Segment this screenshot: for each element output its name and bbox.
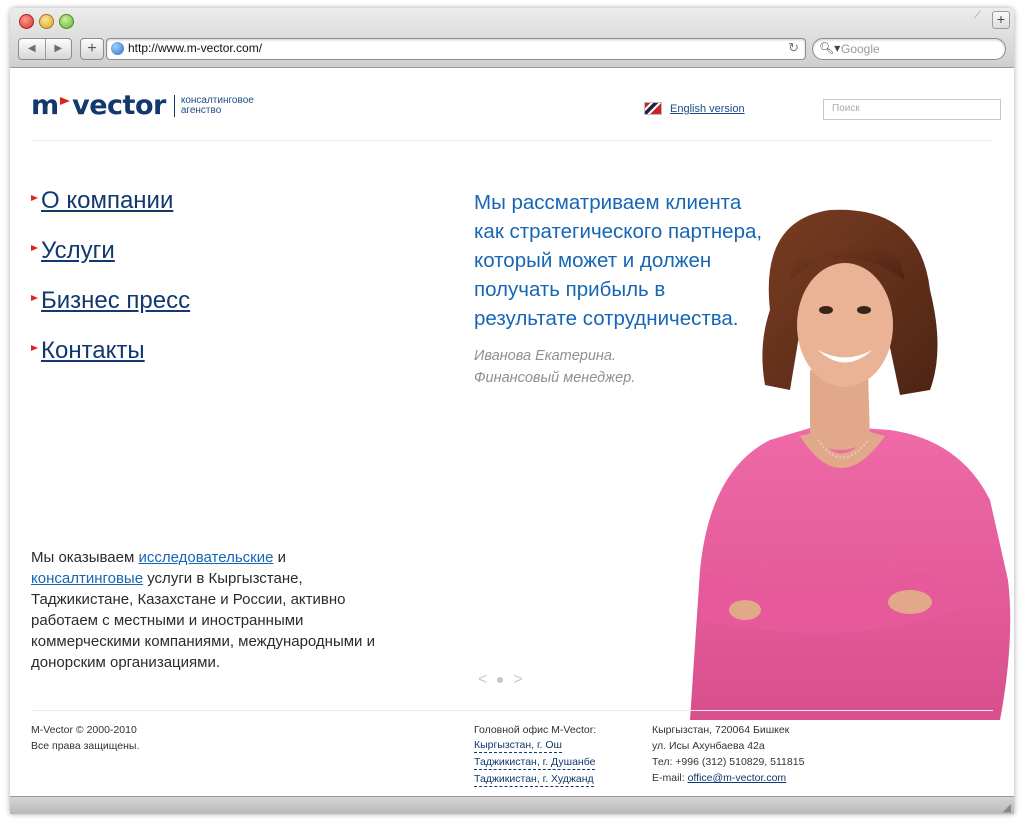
url-text[interactable]: http://www.m-vector.com/ (128, 41, 262, 55)
menu-link[interactable]: Контакты (41, 337, 145, 365)
logo-vector-text: vector (72, 90, 166, 121)
browser-toolbar: ⟋ + ◀ ▶ + http://www.m-vector.com/ ↻ 🔍︎▾… (10, 8, 1014, 68)
consulting-link[interactable]: консалтинговые (31, 570, 143, 587)
page-content: m vector консалтинговое агенство English… (10, 68, 1014, 795)
menu-arrow-icon (31, 245, 38, 251)
author-name: Иванова Екатерина. (474, 348, 616, 364)
footer-divider (31, 710, 993, 711)
menu-arrow-icon (31, 195, 38, 201)
intro-text-part: и (273, 549, 286, 566)
resize-grip-icon[interactable]: ◢ (1003, 801, 1011, 814)
email-label: E-mail: (652, 772, 688, 784)
menu-item-business-press[interactable]: Бизнес пресс (31, 276, 190, 326)
address-bar[interactable]: http://www.m-vector.com/ ↻ (106, 38, 806, 60)
head-office-label: Головной офис M-Vector: (474, 724, 597, 736)
intro-text-part: Мы оказываем (31, 549, 139, 566)
footer-contacts: Кыргызстан, 720064 Бишкек ул. Исы Ахунба… (652, 722, 804, 786)
english-version-link[interactable]: English version (670, 103, 745, 115)
browser-search-field[interactable]: 🔍︎▾ Google (812, 38, 1006, 60)
quote-author: Иванова Екатерина. Финансовый менеджер. (474, 345, 635, 389)
menu-link[interactable]: Услуги (41, 237, 115, 265)
email-row: E-mail: office@m-vector.com (652, 770, 804, 786)
globe-icon (111, 42, 124, 55)
close-window-button[interactable] (19, 14, 34, 29)
language-switch[interactable]: English version (644, 102, 745, 115)
address-line2: ул. Исы Ахунбаева 42а (652, 740, 765, 752)
slider-controls: < > (478, 671, 533, 689)
slider-next-button[interactable]: > (513, 671, 522, 689)
menu-item-about[interactable]: О компании (31, 176, 190, 226)
main-menu: О компании Услуги Бизнес пресс Контакты (31, 176, 190, 376)
browser-window: ⟋ + ◀ ▶ + http://www.m-vector.com/ ↻ 🔍︎▾… (10, 8, 1014, 814)
menu-link[interactable]: О компании (41, 187, 173, 215)
email-link[interactable]: office@m-vector.com (688, 772, 787, 784)
logo-tagline: консалтинговое агенство (180, 94, 254, 116)
menu-item-services[interactable]: Услуги (31, 226, 190, 276)
menu-link[interactable]: Бизнес пресс (41, 287, 190, 315)
history-buttons: ◀ ▶ (18, 38, 72, 60)
menu-arrow-icon (31, 295, 38, 301)
logo-arrow-icon (60, 96, 71, 105)
footer-offices: Головной офис M-Vector: Кыргызстан, г. О… (474, 722, 596, 789)
research-link[interactable]: исследовательские (138, 549, 273, 566)
resize-icon: ⟋ (974, 10, 981, 21)
back-button[interactable]: ◀ (19, 39, 46, 59)
office-link-osh[interactable]: Кыргызстан, г. Ош (474, 738, 562, 753)
hero-quote: Мы рассматриваем клиента как стратегичес… (474, 191, 763, 330)
status-bar: ◢ (10, 796, 1014, 814)
uk-flag-icon (644, 102, 662, 115)
zoom-window-button[interactable] (59, 14, 74, 29)
menu-item-contacts[interactable]: Контакты (31, 326, 190, 376)
phone-text: Тел: +996 (312) 510829, 511815 (652, 756, 805, 768)
footer-copyright: M-Vector © 2000-2010 Все права защищены. (31, 722, 139, 754)
search-icon[interactable]: 🔍︎▾ (819, 41, 840, 55)
minimize-window-button[interactable] (39, 14, 54, 29)
slider-prev-button[interactable]: < (478, 671, 487, 689)
intro-text: Мы оказываем исследовательские и консалт… (31, 547, 391, 673)
forward-button[interactable]: ▶ (46, 39, 72, 59)
office-link-dushanbe[interactable]: Таджикистан, г. Душанбе (474, 755, 596, 770)
slider-dot[interactable] (497, 677, 504, 683)
new-tab-button[interactable]: + (992, 11, 1010, 29)
rights-text: Все права защищены. (31, 740, 140, 752)
office-link-khujand[interactable]: Таджикистан, г. Худжанд (474, 772, 594, 787)
logo-divider (173, 94, 175, 117)
reload-icon[interactable]: ↻ (788, 40, 799, 56)
add-bookmark-button[interactable]: + (80, 38, 104, 60)
copyright-text: M-Vector © 2000-2010 (31, 724, 137, 736)
browser-search-placeholder: Google (841, 42, 880, 56)
address-line1: Кыргызстан, 720064 Бишкек (652, 724, 790, 736)
site-search-placeholder: Поиск (832, 103, 860, 114)
author-title: Финансовый менеджер. (474, 370, 636, 386)
logo-m-text: m (31, 90, 59, 121)
site-logo[interactable]: m vector консалтинговое агенство (31, 90, 291, 121)
site-search-input[interactable]: Поиск (823, 99, 1001, 120)
menu-arrow-icon (31, 345, 38, 351)
